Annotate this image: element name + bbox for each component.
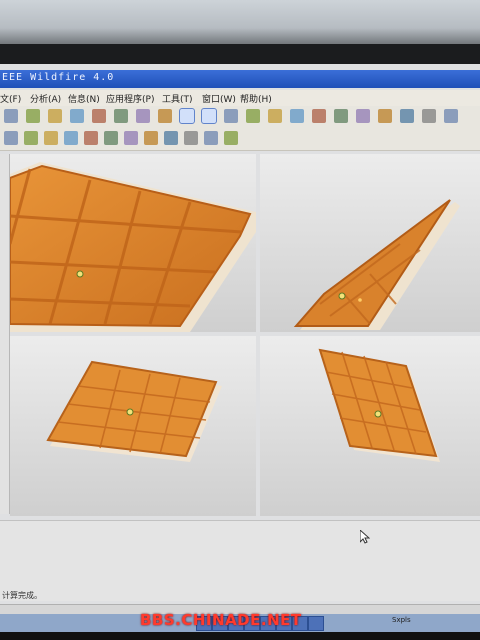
title-bar: EEE Wildfire 4.0	[0, 70, 480, 88]
refit-icon[interactable]	[290, 109, 304, 123]
zoom-out-icon[interactable]	[268, 109, 282, 123]
round-icon[interactable]	[204, 131, 218, 145]
find-icon[interactable]	[136, 109, 150, 123]
monitor-bezel	[0, 44, 480, 64]
blend-icon[interactable]	[184, 131, 198, 145]
datum-axis-icon[interactable]	[24, 131, 38, 145]
cut-icon[interactable]	[48, 109, 62, 123]
menu-window[interactable]: 窗口(W)	[202, 92, 236, 105]
datum-plane-icon[interactable]	[4, 131, 18, 145]
regenerate-icon[interactable]	[114, 109, 128, 123]
model-tree-collapsed[interactable]	[0, 154, 10, 514]
plate-model-view-2	[293, 199, 460, 330]
revolve-icon[interactable]	[144, 131, 158, 145]
menu-info[interactable]: 信息(N)	[68, 92, 100, 105]
undo-icon[interactable]	[4, 109, 18, 123]
status-right: Sxpls	[392, 616, 411, 624]
status-message: 计算完成。	[2, 591, 42, 600]
feature-toolbar	[0, 128, 480, 151]
plate-model-view-3	[46, 360, 222, 462]
no-hidden-icon[interactable]	[444, 109, 458, 123]
menu-bar: 文(F) 分析(A) 信息(N) 应用程序(P) 工具(T) 窗口(W) 帮助(…	[0, 90, 480, 106]
menu-analysis[interactable]: 分析(A)	[30, 92, 61, 105]
app-screen: EEE Wildfire 4.0 文(F) 分析(A) 信息(N) 应用程序(P…	[0, 64, 480, 632]
menu-help[interactable]: 帮助(H)	[240, 92, 272, 105]
viewport-top-right[interactable]	[260, 154, 480, 332]
paste-icon[interactable]	[92, 109, 106, 123]
model-tree-icon[interactable]	[158, 109, 172, 123]
wireframe-icon[interactable]	[422, 109, 436, 123]
sketch-tool-icon[interactable]	[104, 131, 118, 145]
background-wall	[0, 0, 480, 64]
mirror-icon[interactable]	[224, 131, 238, 145]
copy-icon[interactable]	[70, 109, 84, 123]
coordinate-system-icon[interactable]	[64, 131, 78, 145]
repaint-icon[interactable]	[224, 109, 238, 123]
viewport-top-left[interactable]	[10, 154, 256, 332]
extrude-icon[interactable]	[124, 131, 138, 145]
sweep-icon[interactable]	[164, 131, 178, 145]
orient-icon[interactable]	[312, 109, 326, 123]
viewport-bottom-right[interactable]	[260, 336, 480, 516]
sketch-icon[interactable]	[201, 108, 217, 124]
plate-model-view-1	[10, 162, 256, 332]
menu-file[interactable]: 文(F)	[0, 92, 21, 105]
saved-views-icon[interactable]	[334, 109, 348, 123]
viewport-bottom-left[interactable]	[10, 336, 256, 516]
watermark: BBS.CHINADE.NET	[140, 611, 302, 629]
hidden-line-icon[interactable]	[400, 109, 414, 123]
redo-icon[interactable]	[26, 109, 40, 123]
window-title: EEE Wildfire 4.0	[2, 72, 115, 83]
menu-applications[interactable]: 应用程序(P)	[106, 92, 154, 105]
view-icon[interactable]	[179, 108, 195, 124]
monitor-bottom-bezel	[0, 632, 480, 640]
plate-model-view-4	[318, 348, 440, 462]
menu-tools[interactable]: 工具(T)	[162, 92, 193, 105]
analysis-icon[interactable]	[84, 131, 98, 145]
mouse-cursor-icon	[360, 530, 370, 544]
layers-icon[interactable]	[356, 109, 370, 123]
taskbar-item[interactable]	[308, 616, 324, 631]
message-area	[0, 520, 480, 601]
shading-icon[interactable]	[378, 109, 392, 123]
main-toolbar	[0, 106, 480, 129]
zoom-in-icon[interactable]	[246, 109, 260, 123]
datum-point-icon[interactable]	[44, 131, 58, 145]
